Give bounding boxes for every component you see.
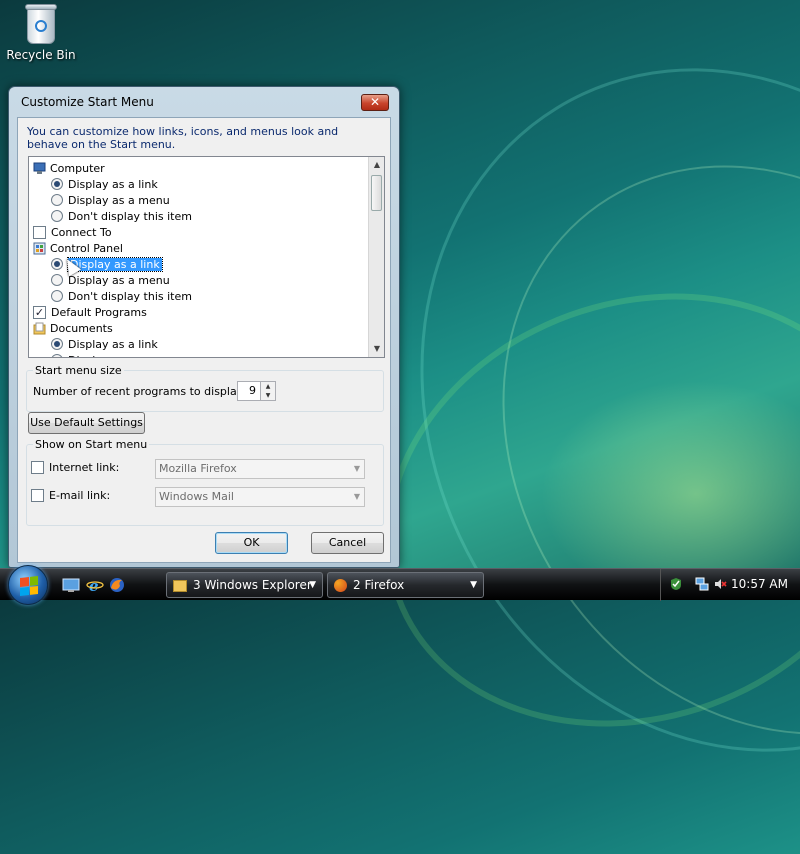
radio-button[interactable] [51, 338, 63, 350]
dropdown-arrow-icon: ▼ [353, 464, 360, 473]
list-radio-option[interactable]: Display as a menu [51, 192, 170, 208]
internet-link-dropdown[interactable]: Mozilla Firefox ▼ [155, 459, 365, 479]
svg-text:e: e [89, 577, 99, 593]
radio-button[interactable] [51, 194, 63, 206]
list-scrollbar[interactable]: ▲ ▼ [368, 157, 384, 357]
taskbar: e 3 Windows Explorer ▼ 2 Firefox ▼ 10:57… [0, 565, 800, 605]
security-shield-icon[interactable] [669, 577, 683, 591]
list-radio-option[interactable]: Display as a menu [51, 352, 170, 358]
radio-option-label: Display as a link [67, 256, 163, 272]
show-desktop-icon[interactable] [62, 577, 80, 593]
use-default-settings-button[interactable]: Use Default Settings [28, 412, 145, 434]
dialog-description: You can customize how links, icons, and … [27, 125, 339, 151]
show-on-start-menu-group: Show on Start menu Internet link: Mozill… [26, 438, 384, 526]
email-link-checkbox[interactable] [31, 489, 44, 502]
folder-icon [173, 579, 187, 592]
recycle-bin-desktop-icon[interactable]: Recycle Bin [6, 2, 76, 62]
task-label: 3 Windows Explorer [193, 578, 312, 592]
taskbar-clock[interactable]: 10:57 AM [731, 577, 788, 591]
radio-button[interactable] [51, 210, 63, 222]
list-checkbox-option[interactable]: ✓ Default Programs [33, 304, 147, 320]
radio-option-label: Display as a link [68, 177, 158, 191]
notification-area: 10:57 AM [660, 569, 800, 601]
task-label: 2 Firefox [353, 578, 405, 592]
scroll-up-arrow-icon[interactable]: ▲ [369, 157, 384, 173]
chevron-down-icon: ▼ [309, 580, 316, 590]
radio-option-label: Display as a menu [68, 273, 170, 287]
scroll-thumb[interactable] [371, 175, 382, 211]
list-radio-option[interactable]: Don't display this item [51, 208, 192, 224]
list-header-label: Documents [50, 321, 113, 335]
start-button[interactable] [8, 565, 48, 605]
radio-option-label: Display as a menu [68, 354, 170, 358]
start-menu-size-label: Start menu size [33, 364, 124, 377]
checkbox-option-label: Connect To [51, 225, 112, 239]
radio-option-label: Don't display this item [68, 289, 192, 303]
internet-link-row[interactable]: Internet link: [31, 461, 119, 474]
radio-button[interactable] [51, 178, 63, 190]
list-header-item: Computer [33, 160, 105, 176]
recent-programs-label: Number of recent programs to display: [33, 385, 247, 398]
control-panel-icon [33, 242, 46, 255]
start-menu-size-group: Start menu size Number of recent program… [26, 364, 384, 412]
spin-up-icon[interactable]: ▲ [261, 382, 275, 391]
dialog-client-area: You can customize how links, icons, and … [17, 117, 391, 563]
customize-start-menu-dialog: Customize Start Menu ✕ You can customize… [8, 86, 400, 568]
volume-muted-icon[interactable] [713, 577, 727, 591]
computer-icon [33, 162, 46, 175]
taskbar-button-firefox[interactable]: 2 Firefox ▼ [327, 572, 484, 598]
recent-programs-input[interactable]: 9 [237, 381, 261, 401]
list-header-label: Control Panel [50, 241, 123, 255]
title-bar[interactable]: Customize Start Menu ✕ [9, 87, 399, 115]
email-link-dropdown[interactable]: Windows Mail ▼ [155, 487, 365, 507]
recycle-bin-icon [23, 2, 59, 46]
internet-link-checkbox[interactable] [31, 461, 44, 474]
checkbox[interactable]: ✓ [33, 305, 46, 319]
recent-programs-spinner[interactable]: ▲ ▼ [260, 381, 276, 401]
radio-button[interactable] [51, 354, 63, 357]
internet-explorer-icon[interactable]: e [86, 577, 104, 595]
cancel-button[interactable]: Cancel [311, 532, 384, 554]
start-menu-items-list[interactable]: ▲ ▼ Computer Display as a link Display as … [28, 156, 385, 358]
firefox-icon [334, 579, 347, 592]
list-radio-option[interactable]: Display as a link [51, 336, 158, 352]
wallpaper-glow [540, 380, 800, 570]
dialog-title: Customize Start Menu [21, 95, 154, 109]
list-checkbox-option[interactable]: Connect To [33, 224, 112, 240]
checkbox-option-label: Default Programs [51, 305, 147, 319]
internet-link-label: Internet link: [49, 461, 120, 474]
radio-option-label: Don't display this item [68, 209, 192, 223]
email-link-value: Windows Mail [159, 490, 234, 503]
list-header-item: Documents [33, 320, 113, 336]
list-radio-option[interactable]: Display as a link [51, 176, 158, 192]
ok-button[interactable]: OK [215, 532, 288, 554]
chevron-down-icon: ▼ [470, 580, 477, 590]
list-header-item: Control Panel [33, 240, 123, 256]
recycle-bin-label: Recycle Bin [6, 48, 76, 62]
email-link-row[interactable]: E-mail link: [31, 489, 110, 502]
network-icon[interactable] [695, 577, 709, 591]
firefox-quicklaunch-icon[interactable] [108, 577, 126, 593]
taskbar-button-windows-explorer[interactable]: 3 Windows Explorer ▼ [166, 572, 323, 598]
internet-link-value: Mozilla Firefox [159, 462, 237, 475]
radio-button[interactable] [51, 290, 63, 302]
list-radio-option[interactable]: Don't display this item [51, 288, 192, 304]
close-button[interactable]: ✕ [361, 94, 389, 111]
checkbox[interactable] [33, 225, 46, 239]
email-link-label: E-mail link: [49, 489, 111, 502]
radio-button[interactable] [51, 274, 63, 286]
documents-icon [33, 322, 46, 335]
radio-option-label: Display as a menu [68, 193, 170, 207]
radio-option-label: Display as a link [68, 337, 158, 351]
windows-logo-icon [20, 576, 38, 596]
spin-down-icon[interactable]: ▼ [261, 391, 275, 400]
dropdown-arrow-icon: ▼ [353, 492, 360, 501]
scroll-down-arrow-icon[interactable]: ▼ [369, 341, 384, 357]
show-on-start-menu-label: Show on Start menu [33, 438, 150, 451]
list-header-label: Computer [50, 161, 105, 175]
